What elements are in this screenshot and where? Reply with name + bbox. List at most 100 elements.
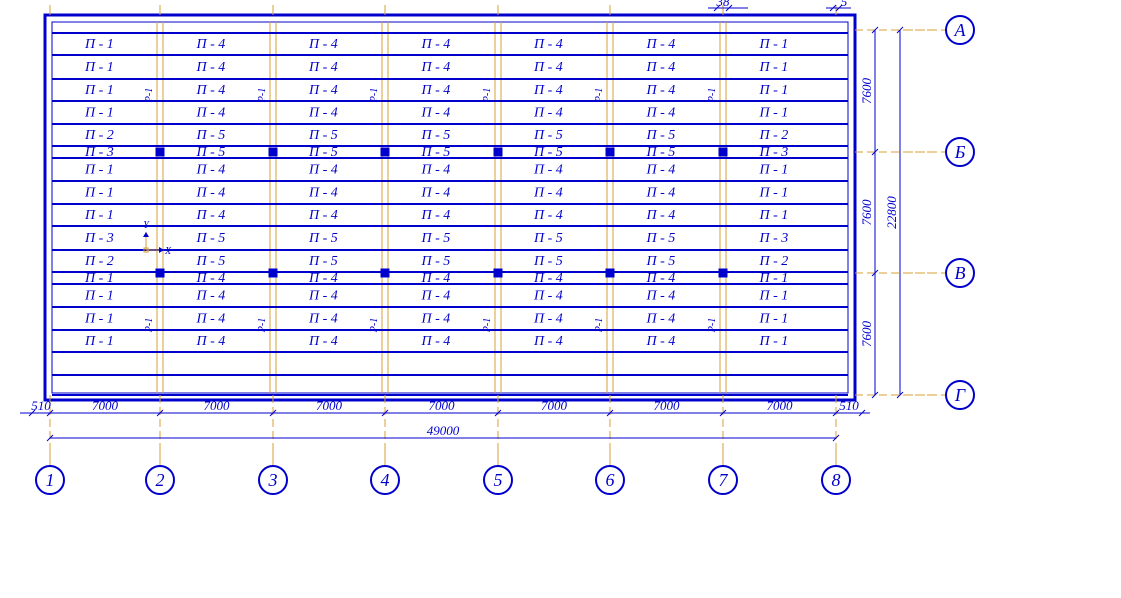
slab-label: П - 1 <box>84 106 114 121</box>
slab-label: П - 4 <box>308 106 338 121</box>
slab-label: П - 4 <box>308 334 338 349</box>
slab-label: П - 5 <box>646 254 676 269</box>
beam-label: Р-1 <box>144 318 155 333</box>
slab-label: П - 4 <box>196 37 226 52</box>
beam-label: Р-1 <box>257 318 268 333</box>
slab-label: П - 1 <box>84 208 114 223</box>
ucs-x-label: X <box>164 246 172 257</box>
dim-label: 510 <box>839 398 859 413</box>
slab-label: П - 5 <box>646 145 676 160</box>
slab-label: П - 5 <box>196 254 226 269</box>
column <box>719 269 727 277</box>
column <box>606 269 614 277</box>
slab-label: П - 5 <box>421 145 451 160</box>
slab-label: П - 4 <box>421 60 451 75</box>
dim-label: 7600 <box>859 78 874 105</box>
slab-label: П - 4 <box>308 60 338 75</box>
slab-label: П - 4 <box>308 37 338 52</box>
slab-label: П - 1 <box>84 186 114 201</box>
slab-label: П - 3 <box>759 145 789 160</box>
column <box>719 148 727 156</box>
slab-label: П - 4 <box>196 312 226 327</box>
dim-label: 7000 <box>429 398 456 413</box>
dim-label: 7000 <box>204 398 231 413</box>
slab-label: П - 1 <box>759 60 789 75</box>
slab-label: П - 4 <box>533 312 563 327</box>
slab-label: П - 1 <box>84 83 114 98</box>
slab-label: П - 1 <box>84 163 114 178</box>
axis-label: А <box>954 20 967 40</box>
axis-label: 4 <box>381 470 390 490</box>
dim-label: 22800 <box>884 196 899 229</box>
axis-label: 7 <box>719 470 729 490</box>
slab-label: П - 4 <box>421 83 451 98</box>
slab-label: П - 4 <box>421 163 451 178</box>
slab-label: П - 5 <box>533 128 563 143</box>
slab-label: П - 4 <box>646 312 676 327</box>
axis-label: 8 <box>832 470 841 490</box>
slab-label: П - 4 <box>421 208 451 223</box>
slab-label: П - 4 <box>196 163 226 178</box>
slab-label: П - 4 <box>533 37 563 52</box>
slab-label: П - 4 <box>533 271 563 286</box>
column <box>381 148 389 156</box>
slab-label: П - 1 <box>759 163 789 178</box>
column <box>494 269 502 277</box>
slab-label: П - 1 <box>759 312 789 327</box>
slab-label: П - 4 <box>533 289 563 304</box>
slab-label: П - 2 <box>84 128 114 143</box>
slab-label: П - 4 <box>533 163 563 178</box>
dim-label: 7000 <box>767 398 794 413</box>
slab-label: П - 1 <box>759 289 789 304</box>
slab-label: П - 4 <box>646 334 676 349</box>
slab-label: П - 4 <box>196 83 226 98</box>
beam-label: Р-1 <box>594 318 605 333</box>
slab-label: П - 5 <box>421 128 451 143</box>
column <box>156 269 164 277</box>
axis-label: 2 <box>156 470 165 490</box>
slab-label: П - 4 <box>533 208 563 223</box>
slab-label: П - 4 <box>533 186 563 201</box>
slab-label: П - 1 <box>84 334 114 349</box>
axis-label: 6 <box>606 470 615 490</box>
column <box>156 148 164 156</box>
dim-label: 7600 <box>859 321 874 348</box>
beam-label: Р-1 <box>257 88 268 103</box>
axis-label: 5 <box>494 470 503 490</box>
slab-label: П - 4 <box>646 37 676 52</box>
slab-label: П - 1 <box>759 106 789 121</box>
beam-label: Р-1 <box>144 88 155 103</box>
slab-label: П - 1 <box>84 312 114 327</box>
slab-label: П - 4 <box>646 271 676 286</box>
column <box>381 269 389 277</box>
slab-label: П - 1 <box>759 37 789 52</box>
slab-label: П - 5 <box>308 254 338 269</box>
slab-label: П - 4 <box>646 83 676 98</box>
slab-label: П - 5 <box>421 231 451 246</box>
beam-label: Р-1 <box>707 318 718 333</box>
slab-label: П - 5 <box>533 145 563 160</box>
slab-label: П - 4 <box>421 37 451 52</box>
slab-label: П - 2 <box>759 128 789 143</box>
slab-label: П - 4 <box>421 271 451 286</box>
slab-label: П - 1 <box>759 186 789 201</box>
beam-label: Р-1 <box>707 88 718 103</box>
slab-label: П - 4 <box>196 60 226 75</box>
slab-label: П - 1 <box>84 271 114 286</box>
slab-label: П - 1 <box>759 334 789 349</box>
column <box>494 148 502 156</box>
slab-label: П - 2 <box>84 254 114 269</box>
slab-label: П - 4 <box>308 163 338 178</box>
axis-label: В <box>955 263 966 283</box>
slab-label: П - 4 <box>421 289 451 304</box>
slab-label: П - 4 <box>646 208 676 223</box>
slab-label: П - 4 <box>308 289 338 304</box>
slab-label: П - 4 <box>533 60 563 75</box>
slab-label: П - 4 <box>646 186 676 201</box>
dim-label: 7600 <box>859 199 874 226</box>
slab-label: П - 5 <box>308 128 338 143</box>
slab-label: П - 4 <box>533 106 563 121</box>
slab-label: П - 4 <box>646 106 676 121</box>
slab-label: П - 5 <box>533 254 563 269</box>
slab-label: П - 5 <box>533 231 563 246</box>
